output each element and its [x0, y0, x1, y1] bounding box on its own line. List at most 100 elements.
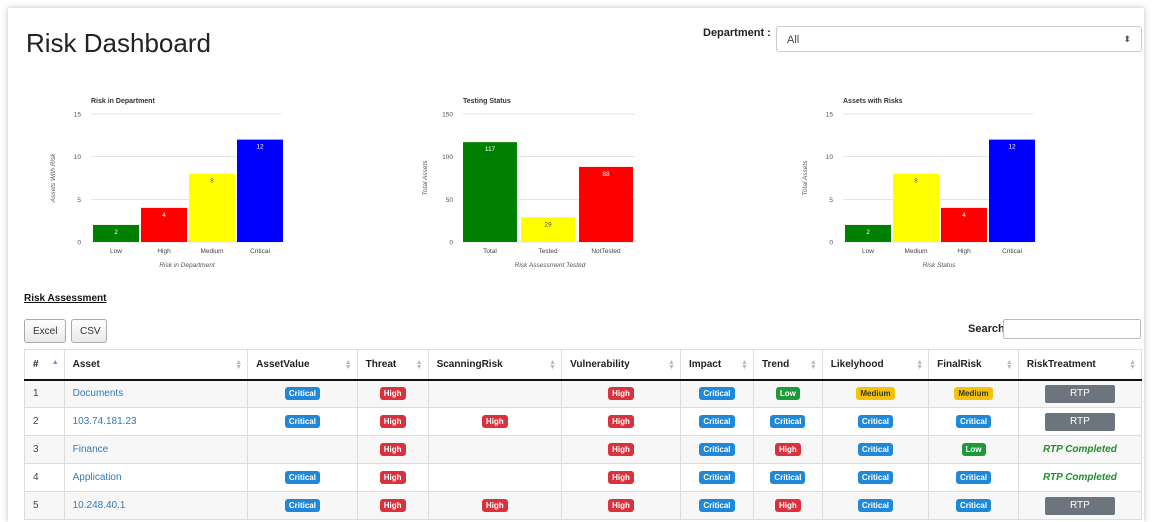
y-tick-label: 5	[77, 197, 81, 204]
table-row: 5 10.248.40.1 Critical High High High Critical…	[24, 491, 1143, 520]
risk-badge-high: High	[379, 415, 406, 428]
column-header-threat[interactable]: Threat ▲ ▼	[357, 349, 429, 381]
column-header-vulnerability[interactable]: Vulnerability ▲ ▼	[561, 349, 681, 381]
asset-value-cell: Critical	[247, 407, 358, 436]
sort-icon: ▲ ▼	[916, 359, 924, 371]
impact-cell: Critical	[680, 463, 754, 492]
risk-badge-critical: Critical	[284, 471, 320, 484]
vulnerability-cell: High	[561, 379, 681, 408]
scanning-risk-cell	[428, 379, 563, 408]
y-tick-label: 10	[74, 154, 82, 161]
y-tick-label: 50	[446, 197, 454, 204]
risk-badge-low: Low	[961, 443, 986, 456]
table-row: 1 Documents Critical High High Critical Low Med…	[24, 379, 1143, 408]
asset-link[interactable]: Documents	[73, 388, 124, 399]
likelyhood-cell: Critical	[822, 463, 930, 492]
vulnerability-cell: High	[561, 407, 681, 436]
column-header-label: Vulnerability	[570, 358, 630, 370]
final-risk-cell: Critical	[928, 491, 1019, 520]
risk-treatment-cell: RTP	[1018, 379, 1143, 408]
column-header-impact[interactable]: Impact ▲ ▼	[680, 349, 754, 381]
column-header-likelyhood[interactable]: Likelyhood ▲ ▼	[822, 349, 930, 381]
export-csv-button[interactable]: CSV	[71, 319, 107, 343]
chart-assets-with-risks-svg: Assets with Risks 0 5 10 15 Total Assets 2 Low 8…	[802, 98, 1035, 269]
asset-link[interactable]: 10.248.40.1	[73, 500, 126, 511]
risk-badge-critical: Critical	[699, 499, 735, 512]
trend-cell: High	[753, 435, 823, 464]
table-row: 4 Application Critical High High Critical Crit…	[24, 463, 1143, 492]
bar-total	[463, 142, 517, 242]
x-axis-label: Risk in Department	[159, 262, 215, 269]
column-header-label: Impact	[688, 358, 722, 370]
table-body: 1 Documents Critical High High Critical Low Med…	[24, 379, 1143, 520]
risk-badge-critical: Critical	[284, 499, 320, 512]
risk-badge-high: High	[608, 471, 634, 484]
select-caret-icon: ⬍	[1123, 34, 1131, 44]
column-header-finalrisk[interactable]: FinalRisk ▲ ▼	[928, 349, 1019, 381]
data-label: 2	[866, 229, 870, 236]
impact-cell: Critical	[680, 379, 754, 408]
scanning-risk-cell	[428, 435, 563, 464]
asset-link[interactable]: 103.74.181.23	[73, 416, 137, 427]
x-tick-label: Critical	[1002, 248, 1022, 255]
department-selected-value: All	[787, 34, 800, 46]
column-header-label: ScanningRisk	[436, 358, 503, 370]
rtp-button[interactable]: RTP	[1044, 496, 1115, 515]
x-tick-label: High	[957, 248, 971, 255]
column-header-label: Likelyhood	[830, 358, 884, 370]
scanning-risk-cell	[428, 463, 563, 492]
column-header-asset[interactable]: Asset ▲ ▼	[64, 349, 249, 381]
rtp-button[interactable]: RTP	[1044, 384, 1115, 403]
risk-badge-critical: Critical	[857, 471, 894, 484]
risk-badge-high: High	[774, 499, 801, 512]
export-excel-button[interactable]: Excel	[24, 319, 66, 343]
section-title-risk-assessment: Risk Assessment	[24, 293, 107, 304]
asset-cell: Documents	[64, 379, 249, 408]
column-header-assetvalue[interactable]: AssetValue ▲ ▼	[247, 349, 358, 381]
bar-critical	[989, 139, 1035, 242]
vulnerability-cell: High	[561, 491, 681, 520]
data-label: 8	[914, 178, 918, 185]
vulnerability-cell: High	[561, 435, 681, 464]
department-label: Department :	[703, 27, 771, 39]
risk-badge-critical: Critical	[770, 415, 806, 428]
chart-testing-status: Testing Status 0 50 100 150 Total Assets 117 To…	[413, 90, 635, 270]
likelyhood-cell: Critical	[822, 407, 930, 436]
asset-cell: 10.248.40.1	[64, 491, 249, 520]
y-tick-label: 5	[829, 197, 833, 204]
final-risk-cell: Medium	[928, 379, 1019, 408]
row-number-cell: 5	[24, 491, 65, 520]
asset-value-cell: Critical	[247, 379, 358, 408]
column-header-number[interactable]: # ▲	[24, 349, 65, 381]
department-select[interactable]: All ⬍	[776, 26, 1142, 52]
threat-cell: High	[357, 379, 429, 408]
risk-treatment-cell: RTP	[1018, 491, 1143, 520]
search-input[interactable]	[1003, 319, 1141, 339]
data-label: 2	[114, 229, 118, 236]
rtp-completed-status: RTP Completed	[1042, 444, 1117, 455]
final-risk-cell: Critical	[928, 463, 1019, 492]
threat-cell: High	[357, 463, 429, 492]
column-header-trend[interactable]: Trend ▲ ▼	[753, 349, 823, 381]
y-tick-label: 0	[449, 240, 453, 247]
risk-badge-high: High	[608, 387, 634, 401]
risk-badge-critical: Critical	[857, 415, 894, 428]
rtp-button[interactable]: RTP	[1044, 412, 1115, 431]
y-tick-label: 0	[77, 240, 81, 247]
x-tick-label: NotTested	[591, 248, 621, 255]
risk-treatment-cell: RTP Completed	[1018, 435, 1143, 464]
sort-icon: ▲ ▼	[1005, 359, 1013, 371]
impact-cell: Critical	[680, 491, 754, 520]
risk-treatment-cell: RTP	[1018, 407, 1143, 436]
chart-title: Testing Status	[463, 98, 511, 105]
asset-link[interactable]: Finance	[73, 444, 109, 455]
column-header-label: FinalRisk	[937, 358, 982, 370]
column-header-label: RiskTreatment	[1026, 358, 1096, 370]
column-header-scanningrisk[interactable]: ScanningRisk ▲ ▼	[428, 349, 563, 381]
table-row: 3 Finance High High Critical High Critical Low R…	[24, 435, 1143, 464]
asset-link[interactable]: Application	[73, 472, 122, 483]
column-header-risktreatment[interactable]: RiskTreatment ▲ ▼	[1018, 349, 1143, 381]
risk-badge-critical: Critical	[955, 415, 992, 428]
asset-cell: Application	[64, 463, 249, 492]
vulnerability-cell: High	[561, 463, 681, 492]
